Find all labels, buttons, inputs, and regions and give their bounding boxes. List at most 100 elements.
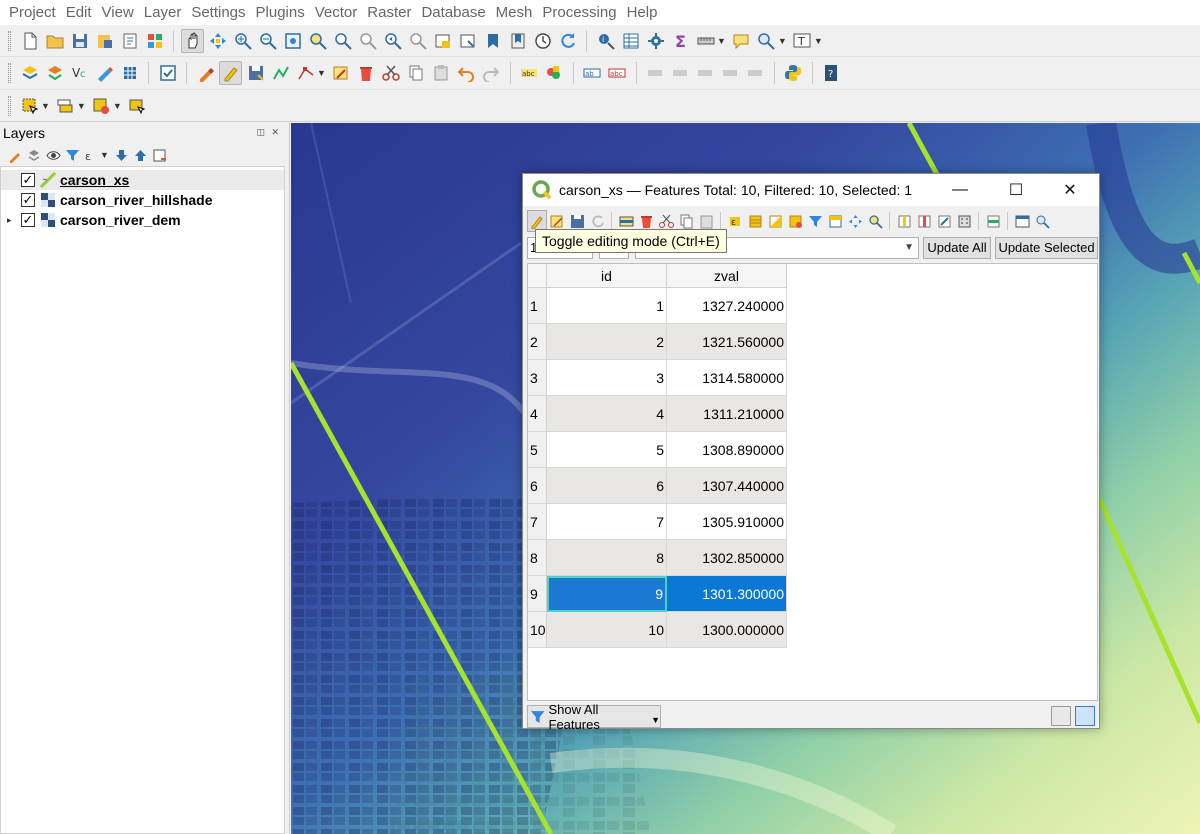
- row-header[interactable]: 2: [528, 324, 547, 360]
- menu-help[interactable]: Help: [622, 4, 663, 21]
- menu-project[interactable]: Project: [4, 4, 61, 21]
- layer-visibility-checkbox[interactable]: ✓: [21, 213, 35, 227]
- cell-zval[interactable]: 1327.240000: [667, 288, 787, 324]
- layer-visibility-checkbox[interactable]: ✓: [21, 173, 35, 187]
- close-button[interactable]: ✕: [1047, 174, 1093, 206]
- help-icon[interactable]: ?: [820, 61, 843, 85]
- select-all-icon[interactable]: [126, 94, 149, 118]
- zoom-to-layer-icon[interactable]: [331, 29, 354, 53]
- annotation-dropdown-icon[interactable]: ▼: [814, 36, 823, 46]
- processing-toolbox-icon[interactable]: [644, 29, 667, 53]
- layer-item-carson-river-hillshade[interactable]: ✓ carson_river_hillshade: [1, 190, 284, 210]
- row-header[interactable]: 3: [528, 360, 547, 396]
- temporal-controller-icon[interactable]: [531, 29, 554, 53]
- select-value-dropdown-icon[interactable]: ▼: [77, 101, 86, 111]
- layer-item-carson-river-dem[interactable]: ▸ ✓ carson_river_dem: [1, 210, 284, 230]
- dock-table-icon[interactable]: [1012, 210, 1032, 232]
- minimize-button[interactable]: —: [937, 174, 983, 206]
- layer-visibility-checkbox[interactable]: ✓: [21, 193, 35, 207]
- pan-to-selection-icon[interactable]: [206, 29, 229, 53]
- menu-vector[interactable]: Vector: [310, 4, 363, 21]
- cell-zval[interactable]: 1308.890000: [667, 432, 787, 468]
- new-field-icon[interactable]: [894, 210, 914, 232]
- save-edits-icon[interactable]: [244, 61, 267, 85]
- update-selected-button[interactable]: Update Selected: [995, 237, 1098, 259]
- bookmark-icon[interactable]: [481, 29, 504, 53]
- select-by-expression-icon[interactable]: ε: [725, 210, 745, 232]
- text-annotation-icon[interactable]: T: [791, 29, 814, 53]
- add-vector-layer-icon[interactable]: [43, 61, 66, 85]
- column-header-zval[interactable]: zval: [667, 264, 787, 288]
- vertex-tool-icon[interactable]: [294, 61, 317, 85]
- field-calculator-icon[interactable]: [934, 210, 954, 232]
- table-row-selected[interactable]: 9 9 1301.300000: [528, 576, 787, 612]
- label-toolbar-icon[interactable]: abc: [518, 61, 541, 85]
- cell-id[interactable]: 9: [547, 576, 667, 612]
- toolbar-grip[interactable]: [8, 95, 11, 116]
- switch-to-form-view-button[interactable]: [1051, 706, 1071, 726]
- layer-expander-icon[interactable]: ▸: [7, 215, 21, 226]
- cell-id[interactable]: 8: [547, 540, 667, 576]
- window-titlebar[interactable]: carson_xs — Features Total: 10, Filtered…: [523, 174, 1099, 206]
- table-row[interactable]: 2 2 1321.560000: [528, 324, 787, 360]
- zoom-to-selected-icon[interactable]: [865, 210, 885, 232]
- row-header[interactable]: 8: [528, 540, 547, 576]
- manage-visibility-eye-icon[interactable]: [44, 146, 63, 164]
- new-3d-view-icon[interactable]: [456, 29, 479, 53]
- switch-to-table-view-button[interactable]: [1075, 706, 1095, 726]
- hide-labels-icon[interactable]: abc: [606, 61, 629, 85]
- move-label-icon[interactable]: [644, 61, 667, 85]
- show-hide-labels-icon[interactable]: [719, 61, 742, 85]
- deselect-dropdown-icon[interactable]: ▼: [113, 101, 122, 111]
- zoom-last-icon[interactable]: [381, 29, 404, 53]
- toolbar-grip[interactable]: [8, 30, 11, 51]
- remove-layer-icon[interactable]: [150, 146, 169, 164]
- update-all-button[interactable]: Update All: [923, 237, 991, 259]
- row-header[interactable]: 1: [528, 288, 547, 324]
- new-project-icon[interactable]: [18, 29, 41, 53]
- print-layout-icon[interactable]: [118, 29, 141, 53]
- cell-id[interactable]: 6: [547, 468, 667, 504]
- zoom-native-icon[interactable]: [356, 29, 379, 53]
- measure-icon[interactable]: [694, 29, 717, 53]
- label-diagram-icon[interactable]: [744, 61, 767, 85]
- style-manager-icon[interactable]: [143, 29, 166, 53]
- cell-id[interactable]: 5: [547, 432, 667, 468]
- menu-database[interactable]: Database: [416, 4, 490, 21]
- menu-settings[interactable]: Settings: [186, 4, 250, 21]
- open-field-calculator-icon[interactable]: [954, 210, 974, 232]
- collapse-all-icon[interactable]: [131, 146, 150, 164]
- show-bookmarks-icon[interactable]: [506, 29, 529, 53]
- python-console-icon[interactable]: [782, 61, 805, 85]
- row-header[interactable]: 5: [528, 432, 547, 468]
- new-map-view-icon[interactable]: [431, 29, 454, 53]
- digitize-icon[interactable]: [93, 61, 116, 85]
- locator-dropdown-icon[interactable]: ▼: [778, 36, 787, 46]
- current-edits-icon[interactable]: [194, 61, 217, 85]
- undo-icon[interactable]: [455, 61, 478, 85]
- menu-processing[interactable]: Processing: [537, 4, 621, 21]
- show-all-features-button[interactable]: Show All Features ▼: [527, 702, 661, 732]
- cell-zval[interactable]: 1311.210000: [667, 396, 787, 432]
- cell-id[interactable]: 7: [547, 504, 667, 540]
- menu-plugins[interactable]: Plugins: [251, 4, 310, 21]
- add-group-icon[interactable]: [25, 146, 44, 164]
- invert-selection-icon[interactable]: [765, 210, 785, 232]
- table-row[interactable]: 7 7 1305.910000: [528, 504, 787, 540]
- row-header[interactable]: 6: [528, 468, 547, 504]
- save-as-icon[interactable]: [93, 29, 116, 53]
- cell-id[interactable]: 4: [547, 396, 667, 432]
- data-source-manager-icon[interactable]: [18, 61, 41, 85]
- add-raster-icon[interactable]: [118, 61, 141, 85]
- select-features-icon[interactable]: [18, 94, 41, 118]
- filter-select-form-icon[interactable]: [805, 210, 825, 232]
- actions-icon[interactable]: [1032, 210, 1052, 232]
- add-delimited-text-icon[interactable]: Vc: [68, 61, 91, 85]
- select-dropdown-icon[interactable]: ▼: [41, 101, 50, 111]
- refresh-icon[interactable]: [556, 29, 579, 53]
- layer-item-carson-xs[interactable]: ✓ carson_xs: [1, 170, 284, 190]
- paste-features-icon[interactable]: [430, 61, 453, 85]
- layer-styling-icon[interactable]: [6, 146, 25, 164]
- measure-dropdown-icon[interactable]: ▼: [717, 36, 726, 46]
- expression-dropdown-icon[interactable]: ▼: [904, 242, 914, 253]
